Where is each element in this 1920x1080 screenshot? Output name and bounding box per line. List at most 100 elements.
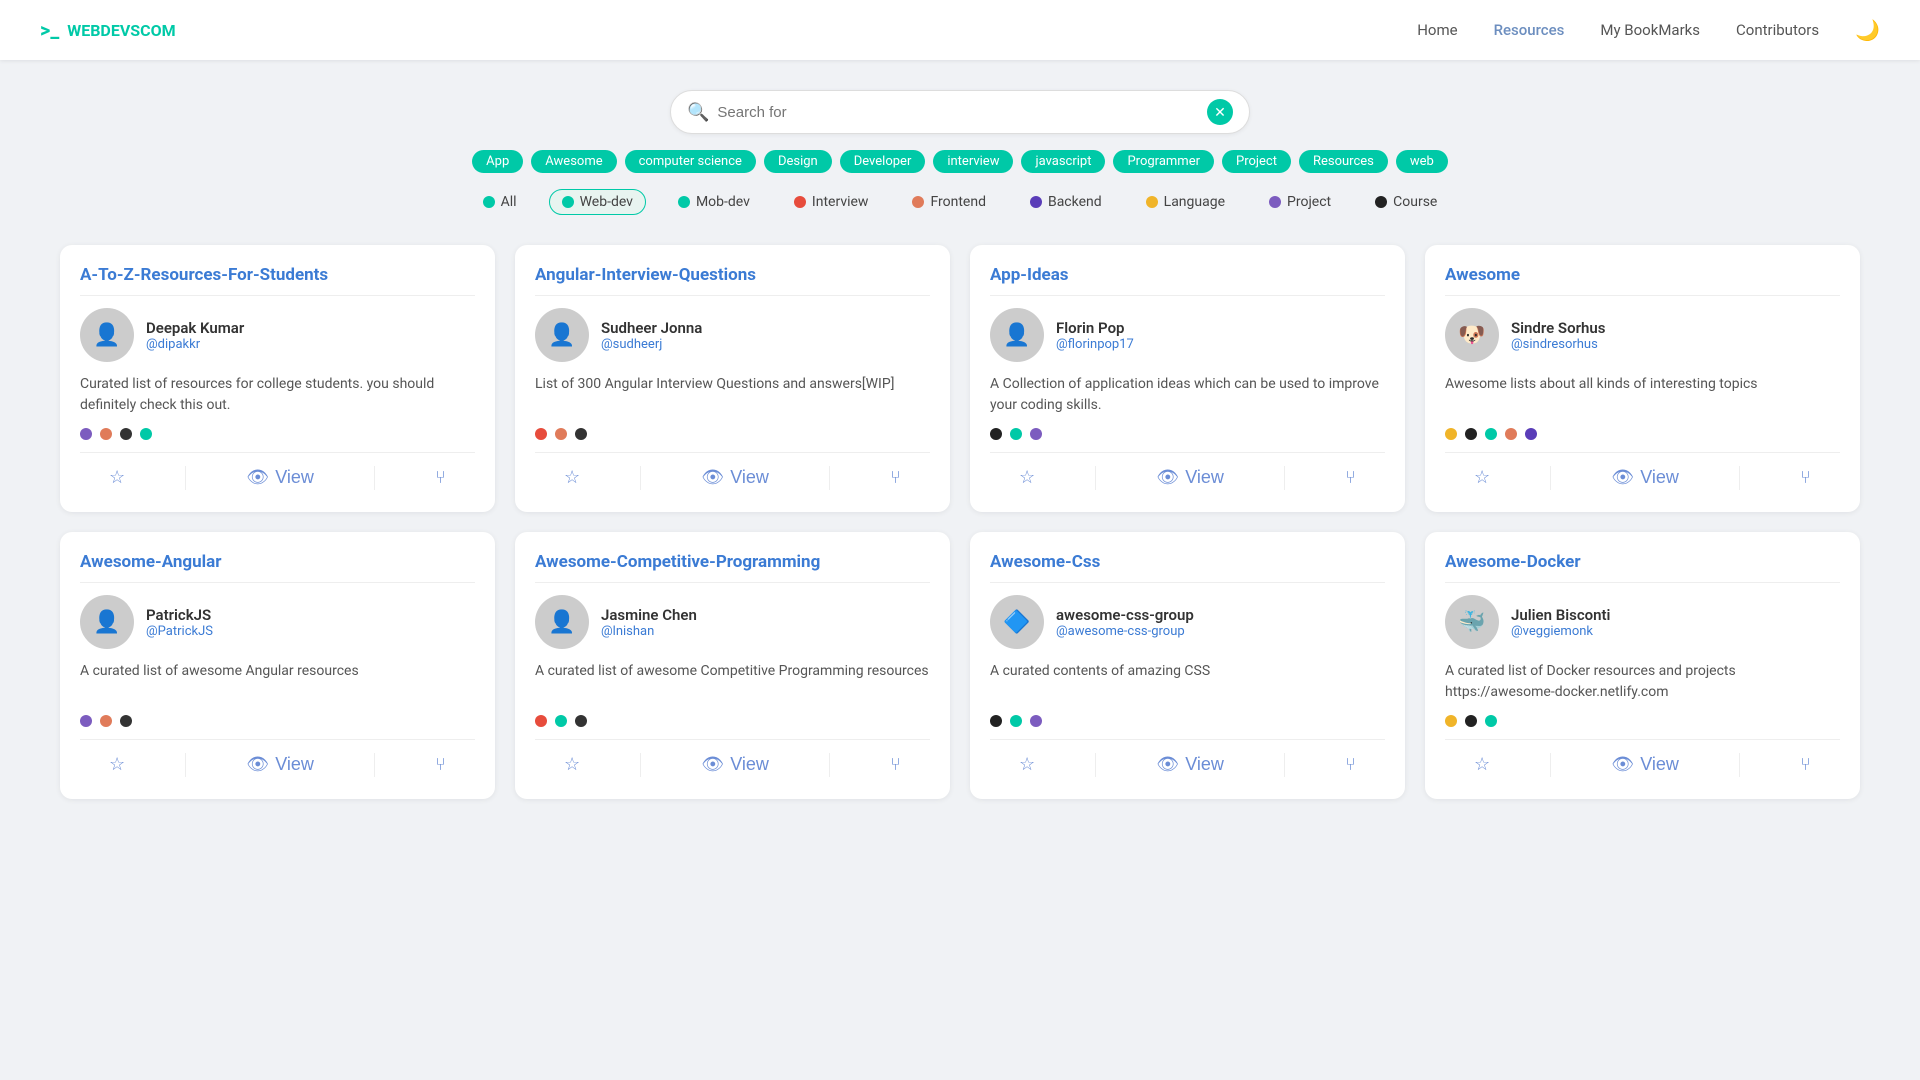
- fork-button[interactable]: ⑂: [1337, 463, 1364, 492]
- view-icon: 👁: [246, 467, 269, 488]
- filter-label: Language: [1164, 194, 1225, 210]
- fork-icon: ⑂: [1345, 754, 1356, 775]
- star-button[interactable]: ☆: [1466, 750, 1498, 779]
- view-button[interactable]: 👁View: [238, 750, 322, 779]
- card-dot: [1485, 428, 1497, 440]
- tag-javascript[interactable]: javascript: [1021, 150, 1105, 173]
- author-handle[interactable]: @veggiemonk: [1511, 624, 1610, 639]
- tag-awesome[interactable]: Awesome: [531, 150, 616, 173]
- card-dot: [535, 428, 547, 440]
- tag-project[interactable]: Project: [1222, 150, 1291, 173]
- view-icon: 👁: [246, 754, 269, 775]
- filter-all[interactable]: All: [471, 190, 529, 214]
- card-title[interactable]: Awesome-Css: [990, 552, 1385, 583]
- divider: [1739, 466, 1740, 490]
- author-handle[interactable]: @florinpop17: [1056, 337, 1134, 352]
- view-button[interactable]: 👁View: [1148, 463, 1232, 492]
- dark-mode-toggle[interactable]: 🌙: [1855, 18, 1880, 42]
- author-handle[interactable]: @lnishan: [601, 624, 697, 639]
- card-4: Awesome-Angular👤PatrickJS@PatrickJSA cur…: [60, 532, 495, 799]
- filter-course[interactable]: Course: [1363, 190, 1449, 214]
- filter-interview[interactable]: Interview: [782, 190, 881, 214]
- author-handle[interactable]: @awesome-css-group: [1056, 624, 1194, 639]
- nav-contributors[interactable]: Contributors: [1736, 21, 1819, 39]
- card-6: Awesome-Css🔷awesome-css-group@awesome-cs…: [970, 532, 1405, 799]
- view-button[interactable]: 👁View: [693, 750, 777, 779]
- fork-button[interactable]: ⑂: [882, 463, 909, 492]
- star-icon: ☆: [1474, 467, 1490, 488]
- card-dot: [1010, 715, 1022, 727]
- star-button[interactable]: ☆: [1466, 463, 1498, 492]
- filter-label: All: [501, 194, 517, 210]
- view-icon: 👁: [701, 754, 724, 775]
- card-title[interactable]: Awesome-Competitive-Programming: [535, 552, 930, 583]
- filter-language[interactable]: Language: [1134, 190, 1237, 214]
- view-button[interactable]: 👁View: [1603, 463, 1687, 492]
- card-2: App-Ideas👤Florin Pop@florinpop17A Collec…: [970, 245, 1405, 512]
- fork-button[interactable]: ⑂: [882, 750, 909, 779]
- card-description: A curated contents of amazing CSS: [990, 661, 1385, 703]
- tag-computer-science[interactable]: computer science: [625, 150, 756, 173]
- author-handle[interactable]: @PatrickJS: [146, 624, 213, 639]
- view-button[interactable]: 👁View: [1603, 750, 1687, 779]
- divider: [1550, 466, 1551, 490]
- fork-icon: ⑂: [1800, 754, 1811, 775]
- author-info: Florin Pop@florinpop17: [1056, 319, 1134, 352]
- star-button[interactable]: ☆: [556, 463, 588, 492]
- logo-text: WEBDEVSCOM: [67, 21, 175, 40]
- search-input[interactable]: [717, 104, 1199, 121]
- tag-programmer[interactable]: Programmer: [1113, 150, 1214, 173]
- view-button[interactable]: 👁View: [238, 463, 322, 492]
- fork-button[interactable]: ⑂: [427, 463, 454, 492]
- card-author: 🐶Sindre Sorhus@sindresorhus: [1445, 308, 1840, 362]
- filter-mob-dev[interactable]: Mob-dev: [666, 190, 762, 214]
- author-handle[interactable]: @sudheerj: [601, 337, 702, 352]
- card-dot: [1010, 428, 1022, 440]
- author-handle[interactable]: @dipakkr: [146, 337, 244, 352]
- view-button[interactable]: 👁View: [1148, 750, 1232, 779]
- nav-home[interactable]: Home: [1417, 21, 1457, 39]
- filter-dot: [1146, 196, 1158, 208]
- view-label: View: [1640, 754, 1679, 775]
- filter-frontend[interactable]: Frontend: [900, 190, 998, 214]
- card-dots: [990, 428, 1385, 440]
- card-dot: [575, 715, 587, 727]
- author-handle[interactable]: @sindresorhus: [1511, 337, 1605, 352]
- filter-web-dev[interactable]: Web-dev: [549, 189, 646, 215]
- star-button[interactable]: ☆: [1011, 463, 1043, 492]
- divider: [185, 466, 186, 490]
- tag-interview[interactable]: interview: [933, 150, 1013, 173]
- tag-web[interactable]: web: [1396, 150, 1448, 173]
- card-dot: [535, 715, 547, 727]
- fork-button[interactable]: ⑂: [427, 750, 454, 779]
- search-clear-button[interactable]: ✕: [1207, 99, 1233, 125]
- star-button[interactable]: ☆: [101, 463, 133, 492]
- card-title[interactable]: Awesome: [1445, 265, 1840, 296]
- card-title[interactable]: App-Ideas: [990, 265, 1385, 296]
- tag-design[interactable]: Design: [764, 150, 832, 173]
- logo[interactable]: >_ WEBDEVSCOM: [40, 18, 176, 42]
- author-name: Jasmine Chen: [601, 606, 697, 624]
- star-button[interactable]: ☆: [1011, 750, 1043, 779]
- filter-project[interactable]: Project: [1257, 190, 1343, 214]
- nav-resources[interactable]: Resources: [1494, 21, 1565, 39]
- author-name: Florin Pop: [1056, 319, 1134, 337]
- filter-backend[interactable]: Backend: [1018, 190, 1114, 214]
- card-title[interactable]: A-To-Z-Resources-For-Students: [80, 265, 475, 296]
- fork-button[interactable]: ⑂: [1792, 750, 1819, 779]
- tag-app[interactable]: App: [472, 150, 523, 173]
- tag-developer[interactable]: Developer: [840, 150, 926, 173]
- nav-bookmarks[interactable]: My BookMarks: [1600, 21, 1700, 39]
- view-label: View: [730, 467, 769, 488]
- tag-resources[interactable]: Resources: [1299, 150, 1388, 173]
- star-button[interactable]: ☆: [556, 750, 588, 779]
- fork-button[interactable]: ⑂: [1337, 750, 1364, 779]
- star-button[interactable]: ☆: [101, 750, 133, 779]
- fork-button[interactable]: ⑂: [1792, 463, 1819, 492]
- view-button[interactable]: 👁View: [693, 463, 777, 492]
- card-title[interactable]: Awesome-Docker: [1445, 552, 1840, 583]
- card-dots: [80, 715, 475, 727]
- filter-dot: [1030, 196, 1042, 208]
- card-title[interactable]: Awesome-Angular: [80, 552, 475, 583]
- card-title[interactable]: Angular-Interview-Questions: [535, 265, 930, 296]
